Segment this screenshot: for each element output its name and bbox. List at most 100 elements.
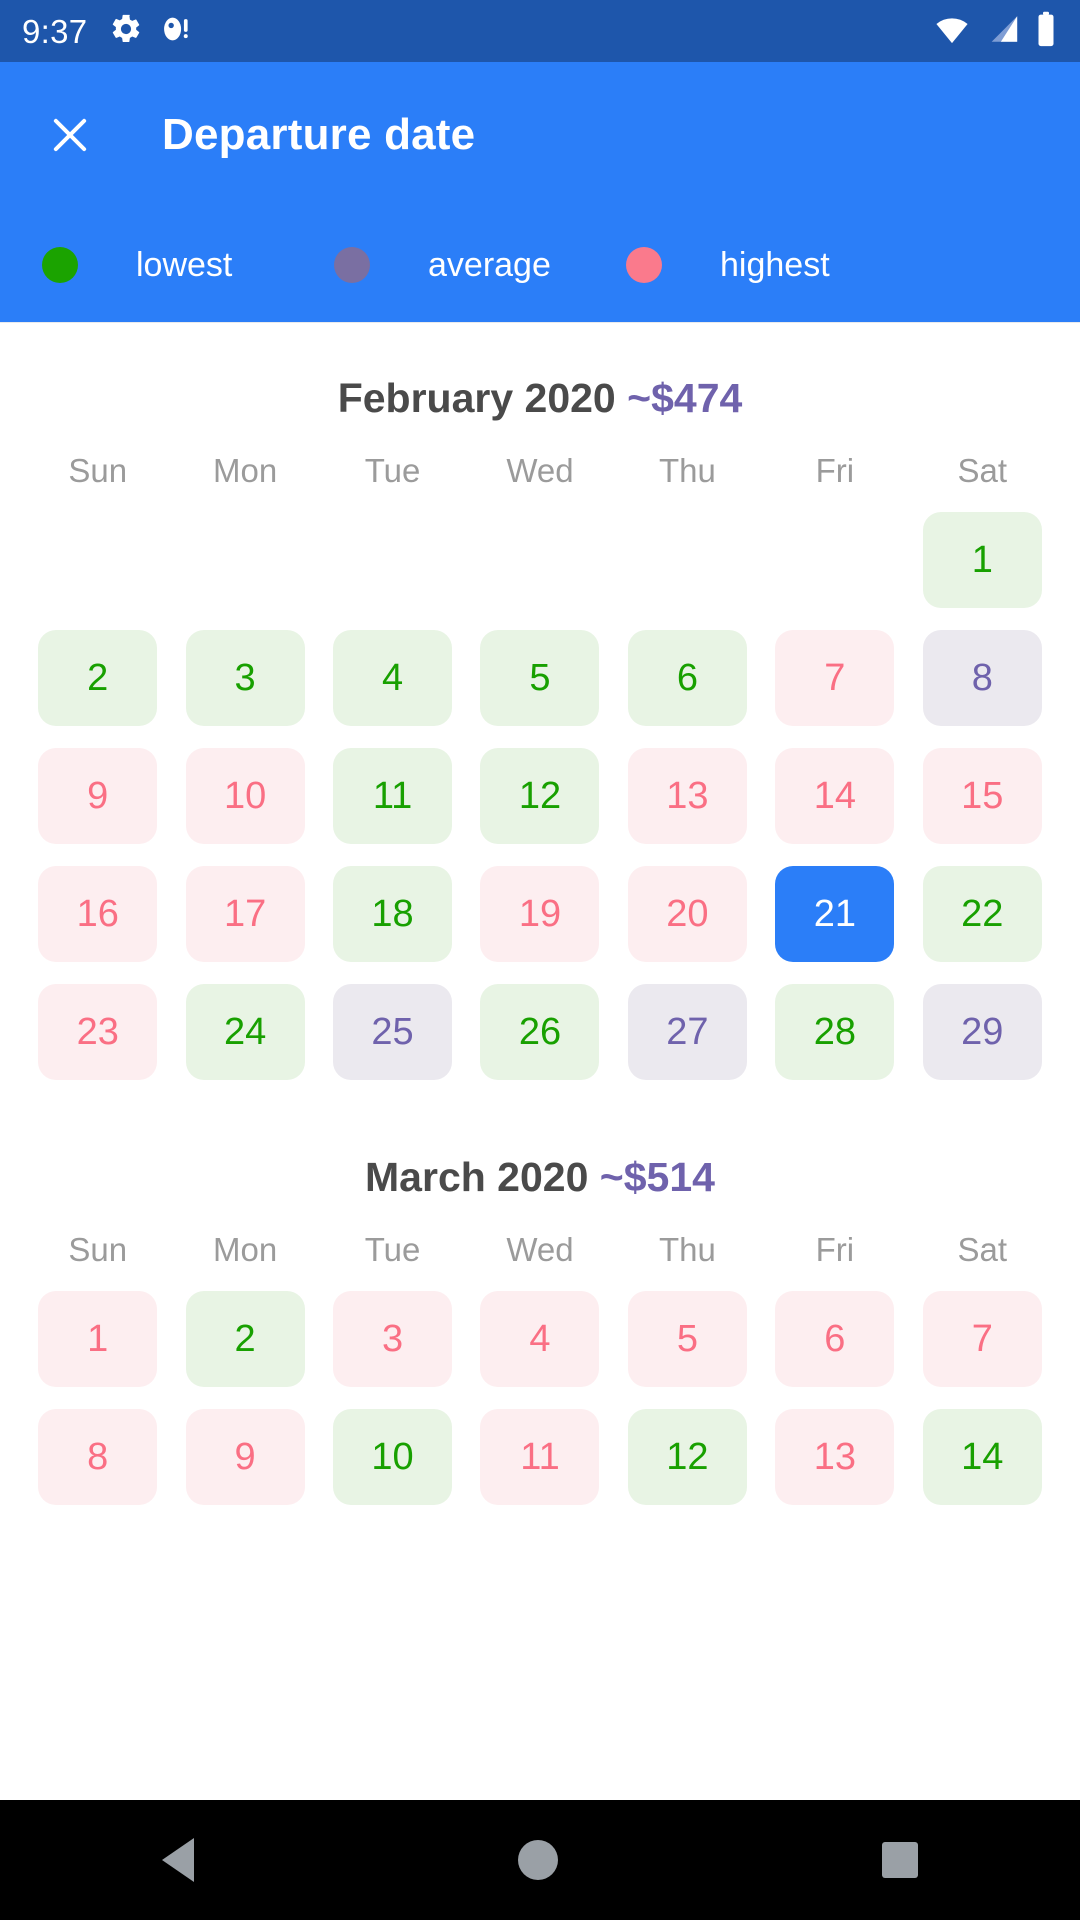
day-button[interactable]: 14 (922, 1409, 1042, 1505)
day-cell: 5 (614, 1291, 761, 1387)
day-cell: 2 (24, 630, 171, 726)
day-button[interactable]: 12 (480, 748, 600, 844)
day-cell (761, 512, 908, 608)
day-button[interactable]: 10 (185, 748, 305, 844)
day-button[interactable]: 11 (333, 748, 453, 844)
weekday-header-row: Sun Mon Tue Wed Thu Fri Sat (0, 452, 1080, 490)
day-button[interactable]: 7 (775, 630, 895, 726)
day-button[interactable]: 9 (38, 748, 158, 844)
day-button[interactable]: 4 (480, 1291, 600, 1387)
weekday-header-thu: Thu (658, 1231, 716, 1268)
day-button[interactable]: 6 (627, 630, 747, 726)
cell-signal-icon (984, 12, 1022, 51)
day-button[interactable]: 11 (480, 1409, 600, 1505)
day-button[interactable]: 4 (333, 630, 453, 726)
day-button[interactable]: 3 (185, 630, 305, 726)
day-cell: 19 (466, 866, 613, 962)
day-button[interactable]: 3 (333, 1291, 453, 1387)
day-cell (466, 512, 613, 608)
day-button[interactable]: 26 (480, 984, 600, 1080)
day-button[interactable]: 27 (627, 984, 747, 1080)
weekday-header-sat: Sat (957, 452, 1008, 489)
day-cell: 7 (909, 1291, 1056, 1387)
day-button[interactable]: 22 (922, 866, 1042, 962)
day-button[interactable]: 15 (922, 748, 1042, 844)
day-button[interactable]: 25 (333, 984, 453, 1080)
day-button[interactable]: 1 (38, 1291, 158, 1387)
day-cell: 8 (909, 630, 1056, 726)
week-row: 1234567 (24, 1291, 1056, 1387)
day-button[interactable]: 5 (627, 1291, 747, 1387)
legend-label-average: average (428, 245, 551, 284)
legend-dot-average (334, 247, 370, 283)
weekday-header-tue: Tue (364, 1231, 421, 1268)
weekday-header-row: Sun Mon Tue Wed Thu Fri Sat (0, 1231, 1080, 1269)
weekday-header-sat: Sat (957, 1231, 1008, 1268)
back-icon[interactable] (162, 1838, 194, 1882)
day-button[interactable]: 20 (627, 866, 747, 962)
day-button[interactable]: 8 (922, 630, 1042, 726)
day-button[interactable]: 1 (922, 512, 1042, 608)
day-button[interactable]: 24 (185, 984, 305, 1080)
bug-droid-icon (157, 12, 191, 51)
day-cell: 13 (761, 1409, 908, 1505)
week-row: 23 24 25 26 27 28 29 (24, 984, 1056, 1080)
day-cell: 18 (319, 866, 466, 962)
close-icon[interactable] (44, 109, 96, 161)
day-button[interactable]: 9 (185, 1409, 305, 1505)
recents-icon[interactable] (882, 1842, 918, 1878)
day-button[interactable]: 13 (627, 748, 747, 844)
price-legend: lowest average highest (0, 190, 1080, 340)
week-row: 8 9 10 11 12 13 14 (24, 1409, 1056, 1505)
status-bar: 9:37 (0, 0, 1080, 62)
legend-label-lowest: lowest (136, 245, 233, 284)
day-button[interactable]: 6 (775, 1291, 895, 1387)
day-button[interactable]: 5 (480, 630, 600, 726)
day-button[interactable]: 17 (185, 866, 305, 962)
home-icon[interactable] (518, 1840, 558, 1880)
day-button[interactable]: 16 (38, 866, 158, 962)
day-cell: 10 (171, 748, 318, 844)
weekday-header-wed: Wed (506, 452, 574, 489)
day-cell: 1 (24, 1291, 171, 1387)
legend-dot-highest (626, 247, 662, 283)
day-cell: 6 (614, 630, 761, 726)
day-button[interactable]: 14 (775, 748, 895, 844)
day-button[interactable]: 13 (775, 1409, 895, 1505)
day-cell: 2 (171, 1291, 318, 1387)
legend-item-highest: highest (626, 246, 918, 285)
day-button[interactable]: 19 (480, 866, 600, 962)
day-button[interactable]: 2 (38, 630, 158, 726)
day-button[interactable]: 8 (38, 1409, 158, 1505)
day-cell: 24 (171, 984, 318, 1080)
day-button[interactable]: 7 (922, 1291, 1042, 1387)
battery-icon (1034, 11, 1058, 52)
day-button[interactable]: 10 (333, 1409, 453, 1505)
day-button[interactable]: 18 (333, 866, 453, 962)
day-cell: 14 (909, 1409, 1056, 1505)
day-cell: 10 (319, 1409, 466, 1505)
calendar-scroll-area[interactable]: February 2020 ~$474 Sun Mon Tue Wed Thu Fri Sat… (0, 322, 1080, 1700)
day-selected[interactable]: 21 (775, 866, 895, 962)
page-title: Departure date (162, 110, 476, 159)
legend-dot-lowest (42, 247, 78, 283)
day-cell: 14 (761, 748, 908, 844)
week-row: 2345678 (24, 630, 1056, 726)
day-cell: 11 (466, 1409, 613, 1505)
day-cell: 29 (909, 984, 1056, 1080)
day-placeholder (333, 512, 452, 608)
day-cell: 16 (24, 866, 171, 962)
month-name: March 2020 (365, 1154, 589, 1200)
day-placeholder (775, 512, 894, 608)
day-cell (319, 512, 466, 608)
wifi-icon (932, 12, 972, 51)
day-button[interactable]: 2 (185, 1291, 305, 1387)
day-button[interactable]: 23 (38, 984, 158, 1080)
app-bar-row: Departure date (0, 80, 1080, 190)
day-button[interactable]: 29 (922, 984, 1042, 1080)
weekday-header-fri: Fri (815, 452, 855, 489)
month-average-price: ~$514 (599, 1154, 715, 1200)
day-button[interactable]: 28 (775, 984, 895, 1080)
day-cell: 20 (614, 866, 761, 962)
day-button[interactable]: 12 (627, 1409, 747, 1505)
